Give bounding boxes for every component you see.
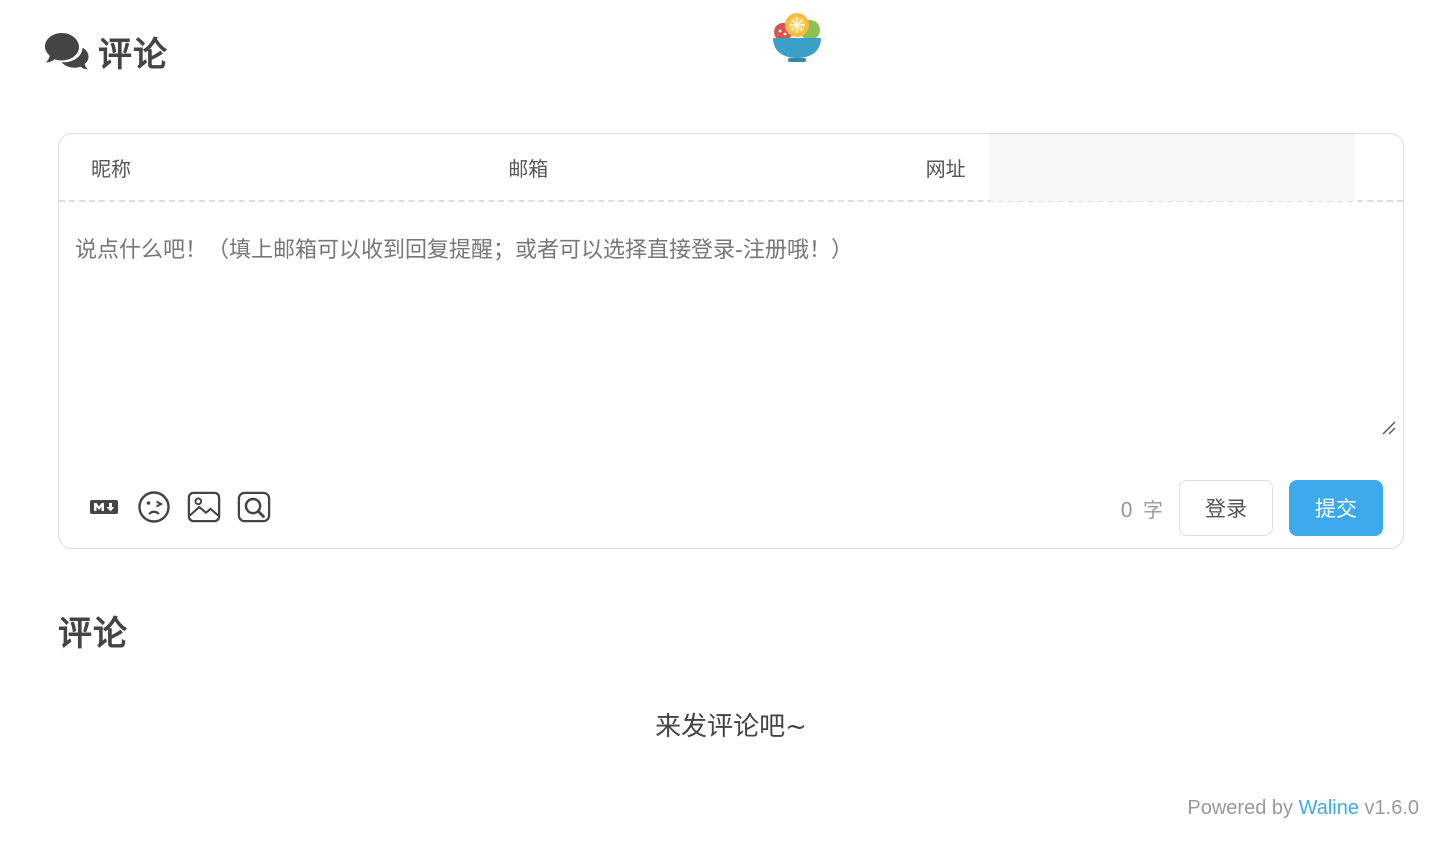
image-upload-button[interactable] xyxy=(187,490,221,524)
word-count: 0 xyxy=(1120,497,1133,522)
waline-link[interactable]: Waline xyxy=(1299,797,1359,819)
nick-field: 昵称 xyxy=(59,134,477,201)
link-label: 网址 xyxy=(925,156,966,181)
emoji-icon xyxy=(138,491,170,523)
markdown-button[interactable] xyxy=(87,490,121,524)
powered-by: Powered by Waline v1.6.0 xyxy=(1187,797,1419,820)
comments-section-title: 评论 xyxy=(58,614,128,654)
preview-button[interactable] xyxy=(237,490,271,524)
editor-toolbar xyxy=(87,490,271,524)
salad-bowl-logo xyxy=(773,13,821,62)
comment-form: 昵称 邮箱 网址 说点什么吧！（填上邮箱可以收到回复提醒；或者可以选择直接登录-… xyxy=(58,133,1404,549)
word-unit: 字 xyxy=(1143,497,1163,522)
page: 评论 昵称 邮箱 网址 说点什么吧！（填上邮箱可以收到回复提醒；或者可以选择直接… xyxy=(0,0,1447,844)
link-field: 网址 xyxy=(894,134,1403,201)
preview-icon xyxy=(237,491,271,523)
comment-form-footer: 0字 登录 提交 xyxy=(59,480,1403,536)
resize-handle-icon[interactable] xyxy=(1381,420,1397,436)
link-input[interactable] xyxy=(989,134,1354,201)
comment-meta-fields: 昵称 邮箱 网址 xyxy=(59,134,1403,202)
form-actions: 0字 登录 提交 xyxy=(1120,480,1383,536)
submit-button[interactable]: 提交 xyxy=(1289,480,1383,536)
nick-input[interactable] xyxy=(131,134,477,201)
version-label: v1.6.0 xyxy=(1364,797,1419,819)
comments-header: 评论 xyxy=(44,28,168,75)
mail-input[interactable] xyxy=(548,134,894,201)
empty-comments-message: 来发评论吧~ xyxy=(655,712,807,742)
mail-field: 邮箱 xyxy=(476,134,894,201)
powered-prefix: Powered by xyxy=(1187,797,1293,819)
emoji-button[interactable] xyxy=(137,490,171,524)
mail-label: 邮箱 xyxy=(508,156,549,181)
page-title: 评论 xyxy=(98,34,168,75)
markdown-icon xyxy=(90,500,118,514)
login-button[interactable]: 登录 xyxy=(1179,480,1273,536)
nick-label: 昵称 xyxy=(91,156,131,181)
image-icon xyxy=(187,491,221,523)
word-counter: 0字 xyxy=(1120,494,1163,523)
comments-icon xyxy=(45,33,89,70)
comment-editor[interactable] xyxy=(59,202,1403,442)
